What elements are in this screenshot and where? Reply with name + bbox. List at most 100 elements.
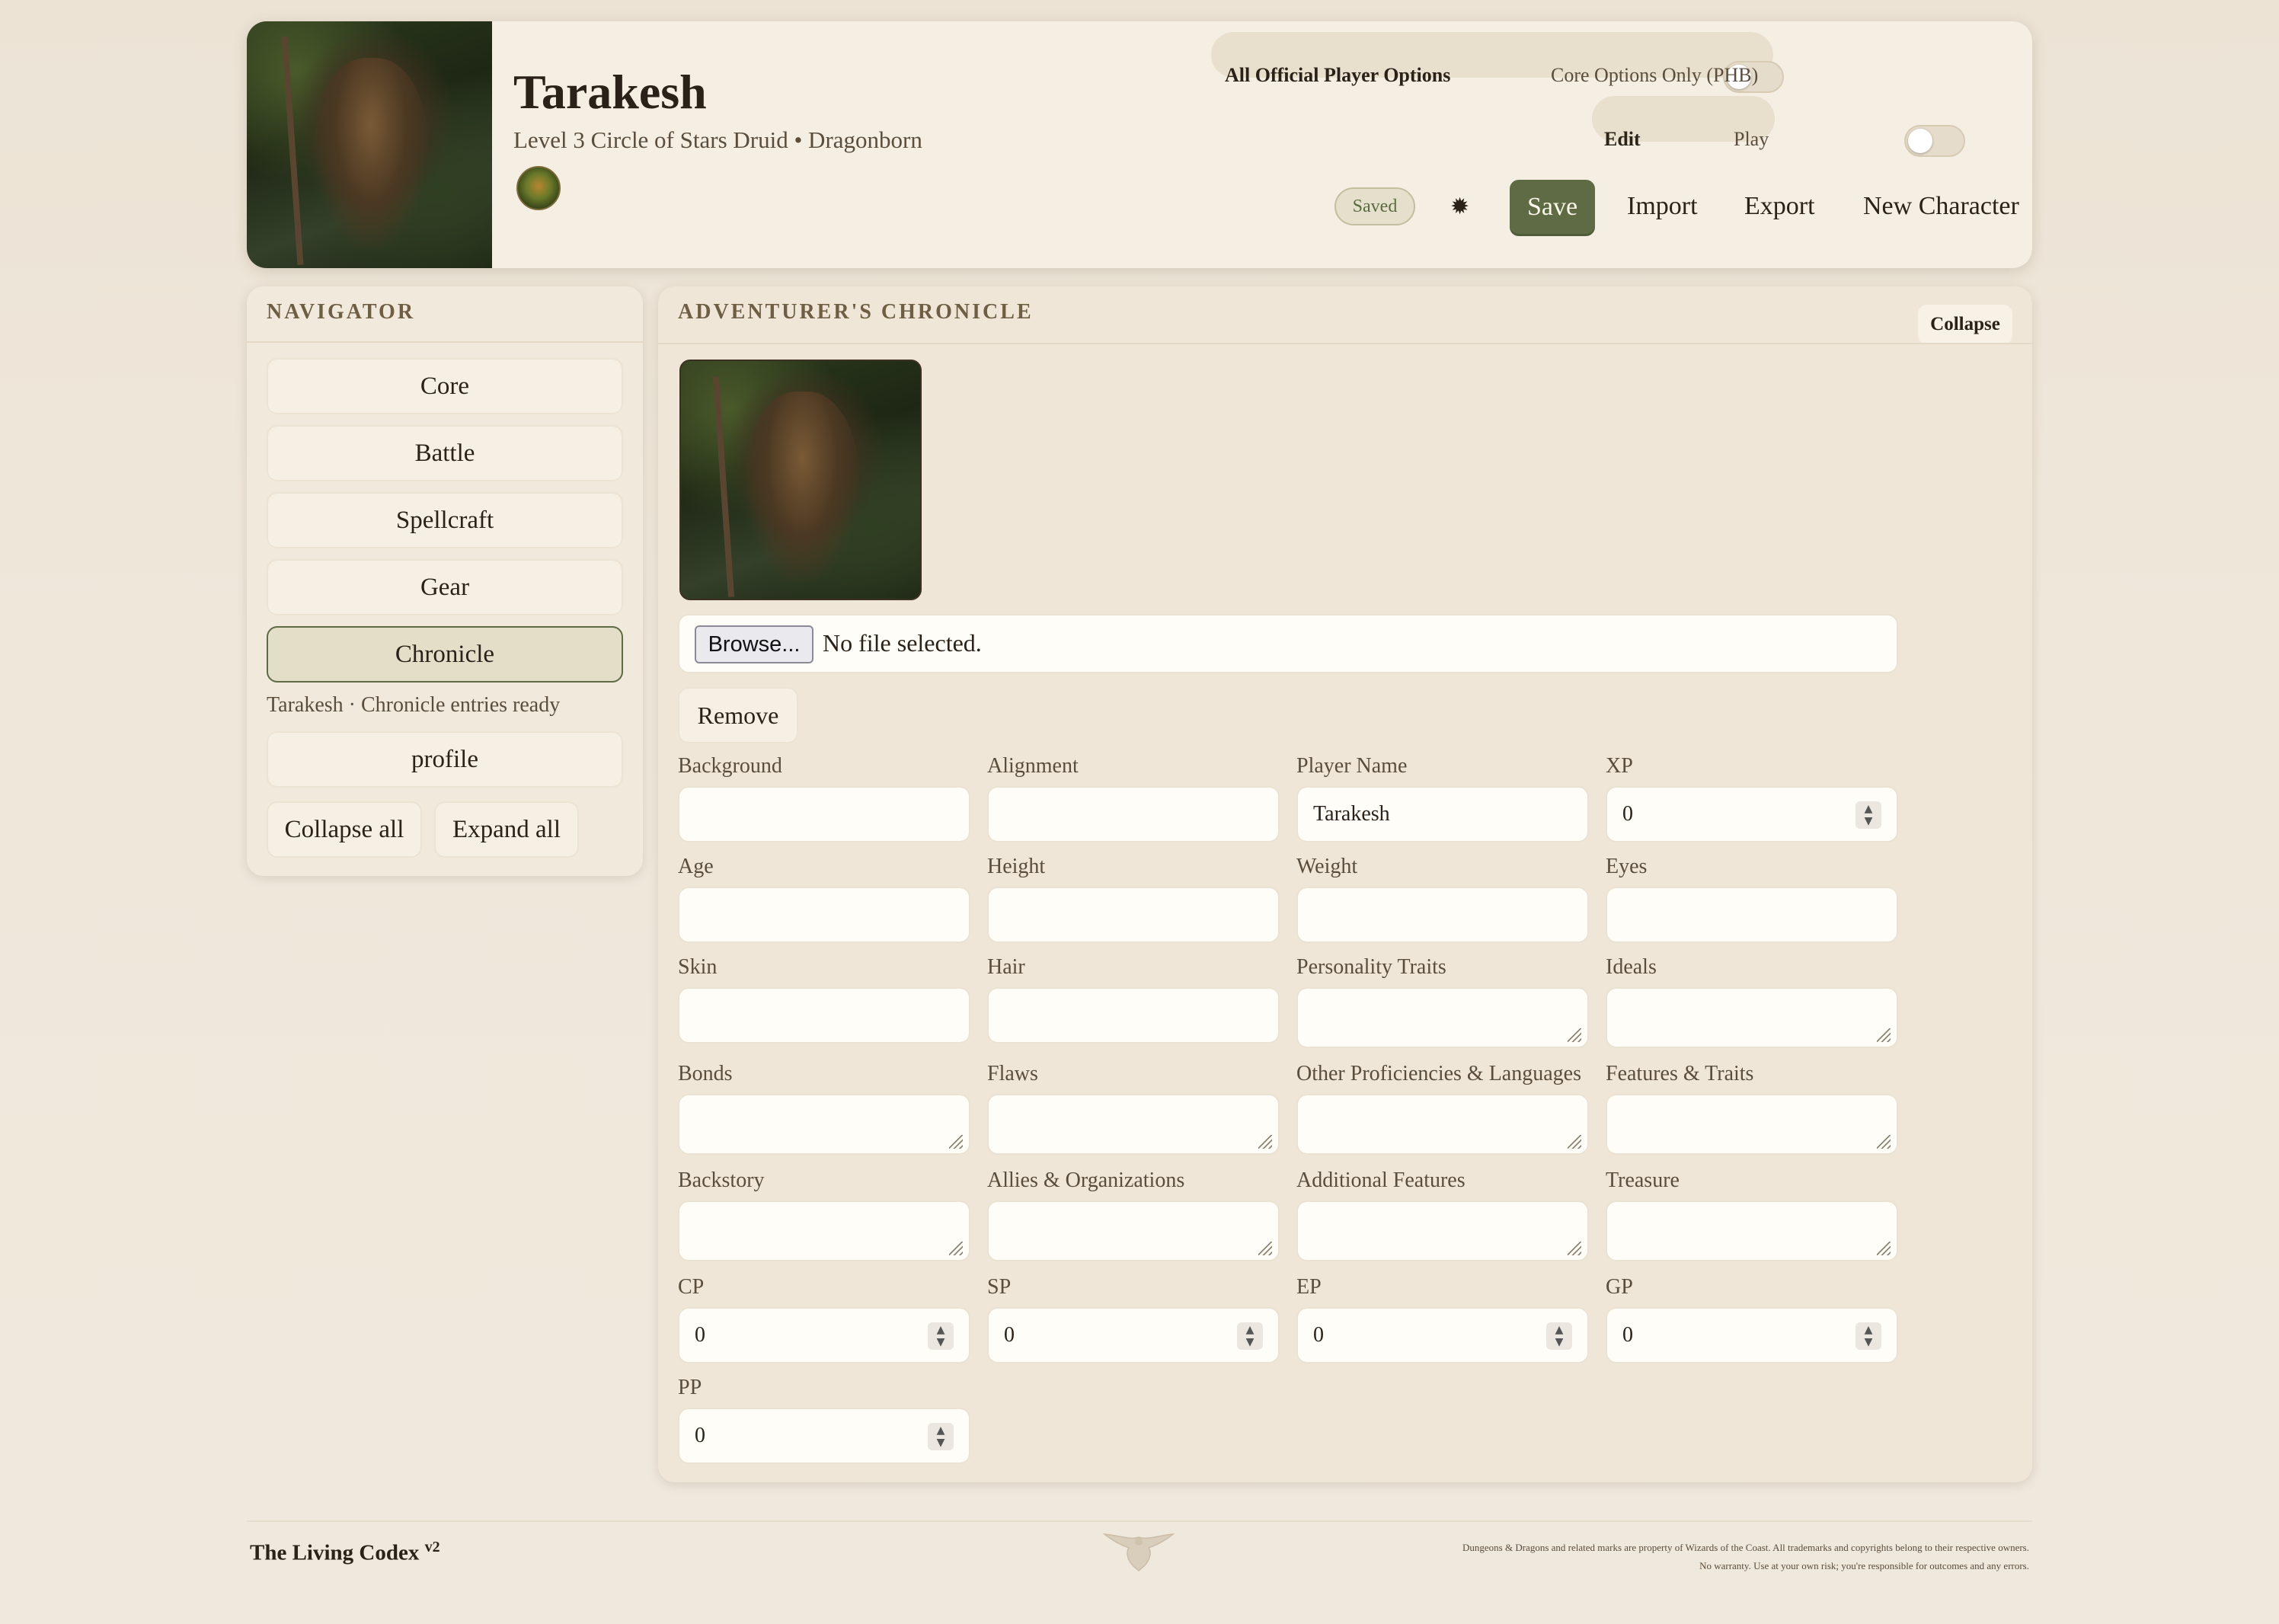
remove-portrait-button[interactable]: Remove	[678, 687, 798, 743]
backstory-label: Backstory	[678, 1168, 765, 1192]
resize-grip-icon[interactable]	[1568, 1028, 1581, 1042]
hair-input[interactable]	[987, 987, 1280, 1044]
resize-grip-icon[interactable]	[949, 1242, 963, 1255]
brand-name: The Living Codex	[250, 1540, 420, 1565]
bonds-textarea[interactable]	[678, 1094, 970, 1155]
allies-label: Allies & Organizations	[987, 1168, 1185, 1192]
spinner-icon[interactable]: ▲ ▼	[1546, 1322, 1572, 1350]
browse-button[interactable]: Browse...	[695, 625, 813, 663]
additional-features-textarea[interactable]	[1296, 1200, 1589, 1261]
new-character-button[interactable]: New Character	[1863, 192, 2019, 221]
import-button[interactable]: Import	[1627, 192, 1698, 221]
options-core-label: Core Options Only (PHB)	[1551, 64, 1759, 86]
player-name-input[interactable]: Tarakesh	[1296, 786, 1589, 842]
navigator-status: Tarakesh · Chronicle entries ready	[267, 693, 561, 717]
footer-legal: Dungeons & Dragons and related marks are…	[1462, 1539, 2029, 1575]
skin-input[interactable]	[678, 987, 970, 1044]
background-input[interactable]	[678, 786, 970, 842]
xp-value: 0	[1622, 802, 1633, 826]
eagle-emblem-icon	[1102, 1533, 1175, 1571]
nav-item-battle[interactable]: Battle	[267, 425, 623, 481]
portrait-file-input[interactable]: Browse... No file selected.	[678, 614, 1898, 673]
sp-input[interactable]: 0 ▲ ▼	[987, 1307, 1280, 1363]
sp-value: 0	[1004, 1323, 1015, 1347]
flaws-textarea[interactable]	[987, 1094, 1280, 1155]
character-portrait	[247, 21, 492, 268]
spinner-icon[interactable]: ▲ ▼	[1855, 1322, 1881, 1350]
expand-all-button[interactable]: Expand all	[434, 801, 579, 858]
collapse-all-button[interactable]: Collapse all	[267, 801, 422, 858]
portrait-staff	[712, 376, 735, 597]
personality-traits-textarea[interactable]	[1296, 987, 1589, 1048]
edit-label: Edit	[1604, 128, 1641, 150]
gp-input[interactable]: 0 ▲ ▼	[1606, 1307, 1898, 1363]
allies-textarea[interactable]	[987, 1200, 1280, 1261]
background-label: Background	[678, 754, 782, 778]
spinner-icon[interactable]: ▲ ▼	[1237, 1322, 1263, 1350]
resize-grip-icon[interactable]	[1877, 1242, 1891, 1255]
xp-label: XP	[1606, 754, 1633, 778]
nav-item-spellcraft[interactable]: Spellcraft	[267, 492, 623, 548]
treasure-textarea[interactable]	[1606, 1200, 1898, 1261]
character-subtitle: Level 3 Circle of Stars Druid • Dragonbo…	[513, 126, 922, 153]
nav-item-gear[interactable]: Gear	[267, 559, 623, 615]
save-button[interactable]: Save	[1510, 180, 1595, 236]
features-traits-textarea[interactable]	[1606, 1094, 1898, 1155]
age-input[interactable]	[678, 887, 970, 943]
navigator-panel: NAVIGATOR Core Battle Spellcraft Gear Ch…	[247, 286, 643, 876]
portrait-figure	[314, 58, 428, 248]
collapse-button[interactable]: Collapse	[1918, 305, 2012, 344]
character-name: Tarakesh	[513, 65, 707, 119]
hair-label: Hair	[987, 955, 1025, 979]
resize-grip-icon[interactable]	[949, 1135, 963, 1149]
gp-value: 0	[1622, 1323, 1633, 1347]
ep-input[interactable]: 0 ▲ ▼	[1296, 1307, 1589, 1363]
spinner-icon[interactable]: ▲ ▼	[928, 1322, 954, 1350]
xp-input[interactable]: 0 ▲ ▼	[1606, 786, 1898, 842]
pp-input[interactable]: 0 ▲ ▼	[678, 1408, 970, 1464]
spinner-icon[interactable]: ▲ ▼	[1855, 801, 1881, 829]
export-button[interactable]: Export	[1744, 192, 1815, 221]
spinner-icon[interactable]: ▲ ▼	[928, 1423, 954, 1450]
ideals-textarea[interactable]	[1606, 987, 1898, 1048]
portrait-figure	[745, 392, 859, 582]
nav-item-chronicle[interactable]: Chronicle	[267, 626, 623, 683]
divider	[247, 341, 643, 343]
resize-grip-icon[interactable]	[1877, 1028, 1891, 1042]
cp-value: 0	[695, 1323, 705, 1347]
resize-grip-icon[interactable]	[1258, 1242, 1272, 1255]
ep-value: 0	[1313, 1323, 1324, 1347]
play-label: Play	[1734, 128, 1769, 150]
resize-grip-icon[interactable]	[1568, 1242, 1581, 1255]
edit-play-toggle[interactable]	[1904, 125, 1965, 157]
resize-grip-icon[interactable]	[1877, 1135, 1891, 1149]
resize-grip-icon[interactable]	[1568, 1135, 1581, 1149]
ideals-label: Ideals	[1606, 955, 1657, 979]
footer-divider	[247, 1520, 2032, 1522]
portrait-staff	[281, 37, 304, 265]
chronicle-panel: ADVENTURER'S CHRONICLE Collapse Browse..…	[658, 286, 2032, 1482]
nav-item-core[interactable]: Core	[267, 358, 623, 414]
pp-value: 0	[695, 1424, 705, 1447]
backstory-textarea[interactable]	[678, 1200, 970, 1261]
other-proficiencies-textarea[interactable]	[1296, 1094, 1589, 1155]
weight-input[interactable]	[1296, 887, 1589, 943]
alignment-input[interactable]	[987, 786, 1280, 842]
divider	[658, 343, 2032, 344]
settings-icon[interactable]: ✹	[1450, 192, 1469, 222]
cp-input[interactable]: 0 ▲ ▼	[678, 1307, 970, 1363]
brand-version: v2	[424, 1539, 440, 1555]
height-input[interactable]	[987, 887, 1280, 943]
resize-grip-icon[interactable]	[1258, 1135, 1272, 1149]
player-name-label: Player Name	[1296, 754, 1408, 778]
legal-line-1: Dungeons & Dragons and related marks are…	[1462, 1542, 2029, 1553]
nav-item-profile[interactable]: profile	[267, 731, 623, 788]
alignment-label: Alignment	[987, 754, 1079, 778]
eyes-input[interactable]	[1606, 887, 1898, 943]
treasure-label: Treasure	[1606, 1168, 1680, 1192]
file-status-text: No file selected.	[823, 629, 982, 657]
flaws-label: Flaws	[987, 1062, 1038, 1085]
weight-label: Weight	[1296, 855, 1358, 878]
cp-label: CP	[678, 1275, 705, 1299]
class-emblem-icon	[516, 166, 561, 210]
